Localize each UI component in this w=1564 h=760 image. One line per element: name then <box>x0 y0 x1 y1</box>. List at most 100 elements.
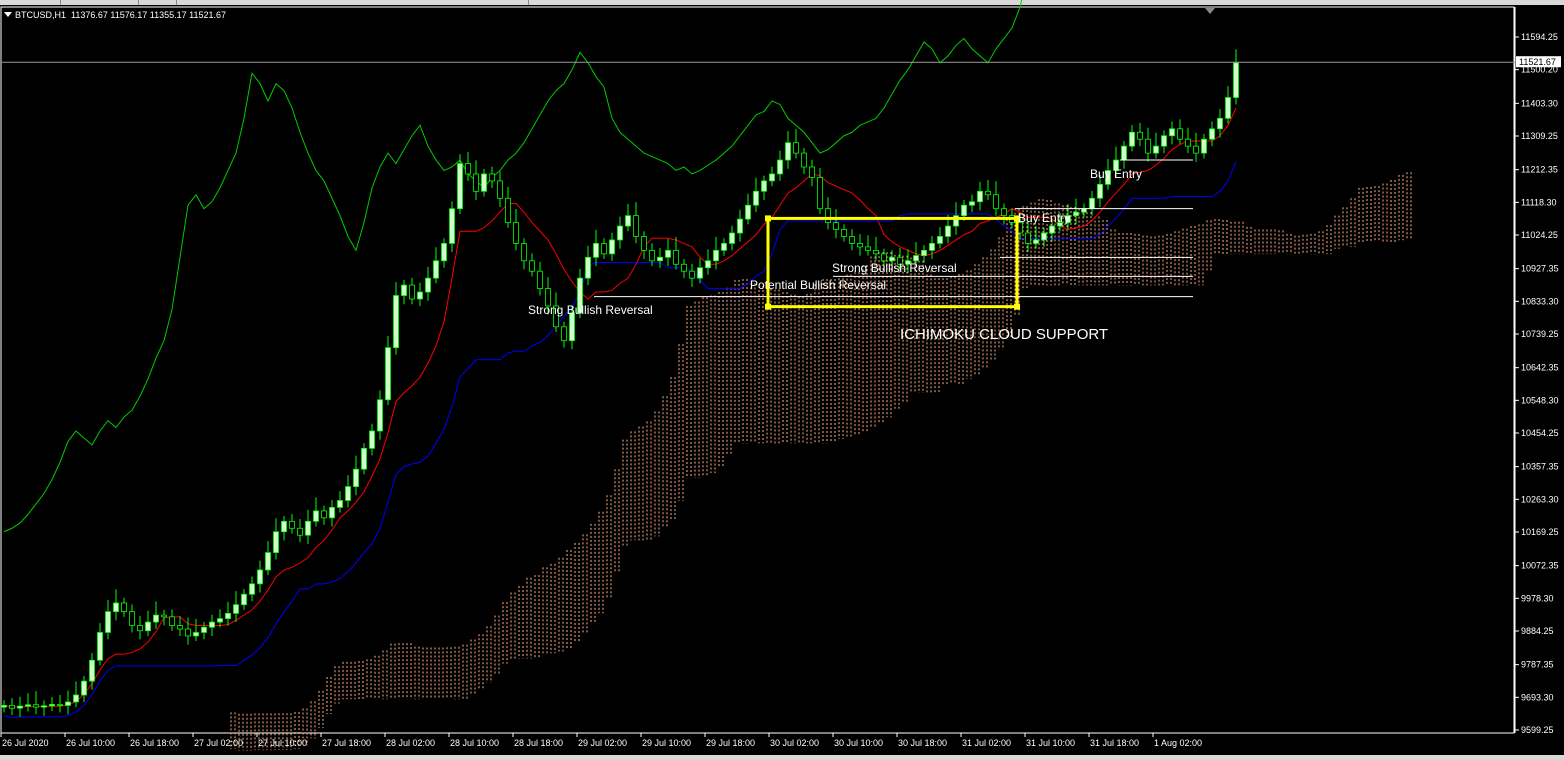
candle-body <box>489 173 495 182</box>
candle-body <box>713 249 719 262</box>
candle-body <box>1097 183 1103 199</box>
candle-body <box>521 243 527 262</box>
candle-body <box>1201 138 1207 154</box>
candle-body <box>529 260 535 272</box>
box-handle <box>1014 303 1020 310</box>
candle-body <box>497 180 503 199</box>
candle-body <box>1169 128 1175 137</box>
candle-body <box>89 659 95 682</box>
candle-body <box>153 614 159 623</box>
box-handle <box>765 215 771 222</box>
x-tick-label: 30 Jul 18:00 <box>898 738 947 748</box>
candle-body <box>161 614 167 618</box>
current-price-label: 11521.67 <box>1519 57 1556 67</box>
candle-body <box>185 628 191 637</box>
x-tick-label: 1 Aug 02:00 <box>1154 738 1202 748</box>
tenkan-sen-line <box>3 107 1237 708</box>
candle-body <box>865 246 871 251</box>
candle-body <box>297 527 303 536</box>
candle-body <box>49 703 55 707</box>
x-tick-label: 27 Jul 18:00 <box>322 738 371 748</box>
candle-body <box>353 468 359 487</box>
candle-body <box>617 225 623 241</box>
y-tick-label: 9884.25 <box>1521 626 1554 636</box>
candle-body <box>985 190 991 196</box>
x-tick-label: 27 Jul 10:00 <box>258 738 307 748</box>
candle-body <box>57 703 63 706</box>
candle-body <box>425 277 431 293</box>
annotation-label: Buy Entry <box>1090 167 1142 181</box>
y-tick-label: 9693.30 <box>1521 692 1554 702</box>
annotation-label: Buy Entry <box>1018 211 1070 225</box>
candle-body <box>193 632 199 637</box>
candle-body <box>857 243 863 248</box>
y-tick-label: 11212.35 <box>1521 165 1558 175</box>
candle-body <box>9 705 15 709</box>
candle-body <box>329 507 335 519</box>
x-tick-label: 28 Jul 18:00 <box>514 738 563 748</box>
candle-body <box>169 616 175 626</box>
y-tick-label: 10927.35 <box>1521 264 1559 274</box>
candle-body <box>1145 138 1151 154</box>
candle-body <box>25 704 31 707</box>
bottom-scrollbar[interactable] <box>0 755 1564 760</box>
annotation-label: Strong Bullish Reversal <box>832 261 957 275</box>
candle-body <box>513 222 519 244</box>
candle-body <box>1121 145 1127 161</box>
candle-body <box>249 583 255 595</box>
x-tick-label: 30 Jul 10:00 <box>834 738 883 748</box>
candle-body <box>937 236 943 244</box>
x-tick-label: 31 Jul 02:00 <box>962 738 1011 748</box>
x-tick-label: 29 Jul 10:00 <box>642 738 691 748</box>
candle-body <box>433 260 439 279</box>
candle-body <box>649 249 655 262</box>
price-chart[interactable]: Strong Bullish Reversal Strong Bullish Re… <box>0 0 1564 755</box>
candle-body <box>177 625 183 630</box>
candle-body <box>321 510 327 519</box>
candle-body <box>241 593 247 606</box>
candle-body <box>1025 232 1031 244</box>
ichimoku-cloud <box>230 172 1412 751</box>
candle-body <box>369 430 375 449</box>
candle-body <box>1193 145 1199 154</box>
candle-body <box>769 173 775 182</box>
y-tick-label: 10548.30 <box>1521 395 1559 405</box>
x-tick-label: 28 Jul 02:00 <box>386 738 435 748</box>
candle-body <box>505 197 511 223</box>
candle-body <box>129 611 135 626</box>
candle-body <box>305 520 311 536</box>
candle-body <box>1081 208 1087 213</box>
candle-body <box>1073 211 1079 217</box>
y-tick-label: 11403.30 <box>1521 98 1558 108</box>
candle-body <box>1033 239 1039 244</box>
candle-body <box>825 208 831 223</box>
candle-body <box>753 190 759 206</box>
y-tick-label: 10739.25 <box>1521 329 1559 339</box>
candle-body <box>1225 97 1231 119</box>
y-tick-label: 9787.35 <box>1521 660 1554 670</box>
candle-body <box>601 243 607 255</box>
candle-body <box>1089 197 1095 210</box>
candle-body <box>721 243 727 251</box>
candle-body <box>313 510 319 522</box>
candle-body <box>585 256 591 279</box>
candle-body <box>201 626 207 633</box>
x-tick-label: 29 Jul 02:00 <box>578 738 627 748</box>
candle-body <box>817 177 823 210</box>
candle-body <box>1 705 7 708</box>
candle-body <box>393 295 399 349</box>
candle-body <box>993 194 999 210</box>
candle-body <box>137 625 143 632</box>
candle-body <box>841 229 847 237</box>
candle-body <box>1049 225 1055 234</box>
y-tick-label: 9978.30 <box>1521 593 1554 603</box>
candle-body <box>145 621 151 632</box>
y-tick-label: 10357.35 <box>1521 462 1559 472</box>
time-axis: 26 Jul 2020 26 Jul 10:00 26 Jul 18:00 27 Ju… <box>0 733 1202 748</box>
candle-body <box>665 249 671 258</box>
candle-body <box>1153 145 1159 154</box>
candle-body <box>641 236 647 251</box>
y-tick-label: 10454.25 <box>1521 428 1559 438</box>
x-tick-label: 26 Jul 18:00 <box>130 738 179 748</box>
chart-shift-icon[interactable] <box>1205 8 1215 14</box>
